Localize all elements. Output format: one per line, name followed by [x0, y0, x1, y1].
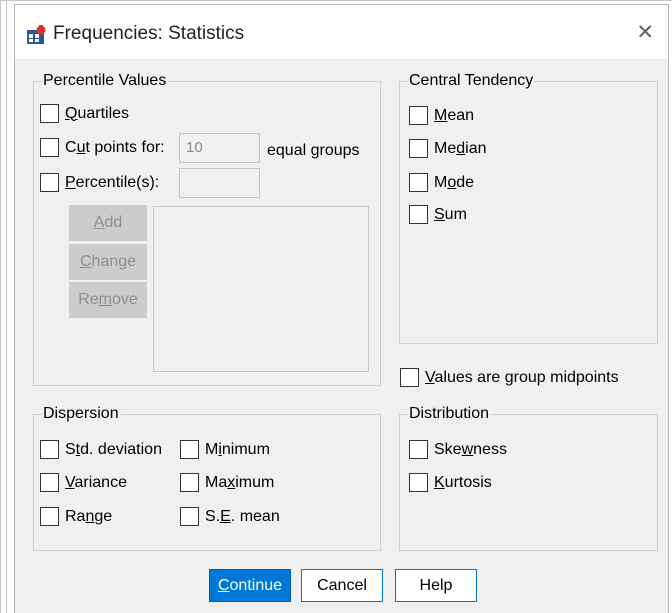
- group-midpoints-checkbox-label: Values are group midpoints: [425, 368, 619, 386]
- std-deviation-checkbox[interactable]: Std. deviation: [40, 440, 162, 459]
- se-mean-checkbox[interactable]: S.E. mean: [180, 507, 280, 526]
- cut-points-checkbox-label: Cut points for:: [65, 138, 165, 156]
- std-deviation-checkbox-label: Std. deviation: [65, 440, 162, 458]
- close-icon[interactable]: ✕: [636, 20, 654, 45]
- cut-points-box[interactable]: [40, 138, 59, 157]
- dispersion-title: Dispersion: [41, 405, 121, 423]
- se-mean-box[interactable]: [180, 507, 199, 526]
- distribution-title: Distribution: [407, 405, 492, 423]
- mean-box[interactable]: [409, 106, 428, 125]
- cut-points-checkbox[interactable]: Cut points for:: [40, 138, 165, 157]
- minimum-checkbox[interactable]: Minimum: [180, 440, 270, 459]
- cut-points-input[interactable]: 10: [179, 133, 260, 163]
- sum-checkbox-label: Sum: [434, 205, 467, 223]
- add-button[interactable]: Add: [69, 205, 147, 241]
- group-midpoints-box[interactable]: [400, 368, 419, 387]
- quartiles-box[interactable]: [40, 104, 59, 123]
- variance-checkbox-label: Variance: [65, 473, 127, 491]
- percentile-list[interactable]: [153, 206, 369, 372]
- median-checkbox-label: Median: [434, 139, 487, 157]
- help-button[interactable]: Help: [395, 569, 477, 602]
- cancel-button[interactable]: Cancel: [301, 569, 383, 602]
- variance-box[interactable]: [40, 473, 59, 492]
- percentiles-checkbox-label: Percentile(s):: [65, 173, 160, 191]
- remove-button[interactable]: Remove: [69, 282, 147, 318]
- maximum-checkbox[interactable]: Maximum: [180, 473, 274, 492]
- range-box[interactable]: [40, 507, 59, 526]
- mean-checkbox[interactable]: Mean: [409, 106, 474, 125]
- se-mean-checkbox-label: S.E. mean: [205, 507, 280, 525]
- remove-button-label: Remove: [78, 291, 138, 308]
- cancel-button-label: Cancel: [317, 576, 367, 594]
- add-button-label: Add: [93, 214, 123, 231]
- continue-button-label: Continue: [217, 576, 283, 594]
- skewness-checkbox[interactable]: Skewness: [409, 440, 507, 459]
- variance-checkbox[interactable]: Variance: [40, 473, 127, 492]
- central-tendency-title: Central Tendency: [407, 72, 536, 90]
- skewness-box[interactable]: [409, 440, 428, 459]
- dialog-title: Frequencies: Statistics: [53, 23, 245, 44]
- quartiles-checkbox[interactable]: Quartiles: [40, 104, 129, 123]
- range-checkbox-label: Range: [65, 507, 113, 525]
- percentile-values-title: Percentile Values: [41, 72, 169, 90]
- mode-checkbox-label: Mode: [434, 173, 475, 191]
- mean-checkbox-label: Mean: [434, 106, 475, 124]
- std-deviation-box[interactable]: [40, 440, 59, 459]
- maximum-box[interactable]: [180, 473, 199, 492]
- change-button[interactable]: Change: [69, 244, 147, 280]
- sum-box[interactable]: [409, 205, 428, 224]
- kurtosis-checkbox[interactable]: Kurtosis: [409, 473, 492, 492]
- minimum-box[interactable]: [180, 440, 199, 459]
- change-button-label: Change: [79, 253, 137, 270]
- median-box[interactable]: [409, 139, 428, 158]
- percentile-input[interactable]: [179, 168, 260, 198]
- help-button-label: Help: [419, 576, 453, 594]
- percentiles-box[interactable]: [40, 173, 59, 192]
- continue-button[interactable]: Continue: [209, 569, 291, 602]
- range-checkbox[interactable]: Range: [40, 507, 112, 526]
- maximum-checkbox-label: Maximum: [205, 473, 275, 491]
- spss-app-icon: [26, 25, 48, 45]
- frequencies-statistics-dialog: Frequencies: Statistics ✕ Percentile Val…: [14, 4, 669, 613]
- equal-groups-label: equal groups: [267, 142, 360, 159]
- group-midpoints-checkbox[interactable]: Values are group midpoints: [400, 368, 619, 387]
- minimum-checkbox-label: Minimum: [205, 440, 270, 458]
- title-bar: Frequencies: Statistics ✕: [15, 5, 668, 59]
- kurtosis-box[interactable]: [409, 473, 428, 492]
- quartiles-checkbox-label: Quartiles: [65, 104, 130, 122]
- mode-box[interactable]: [409, 173, 428, 192]
- sum-checkbox[interactable]: Sum: [409, 205, 467, 224]
- kurtosis-checkbox-label: Kurtosis: [434, 473, 492, 491]
- percentiles-checkbox[interactable]: Percentile(s):: [40, 173, 159, 192]
- skewness-checkbox-label: Skewness: [434, 440, 507, 458]
- mode-checkbox[interactable]: Mode: [409, 173, 474, 192]
- median-checkbox[interactable]: Median: [409, 139, 487, 158]
